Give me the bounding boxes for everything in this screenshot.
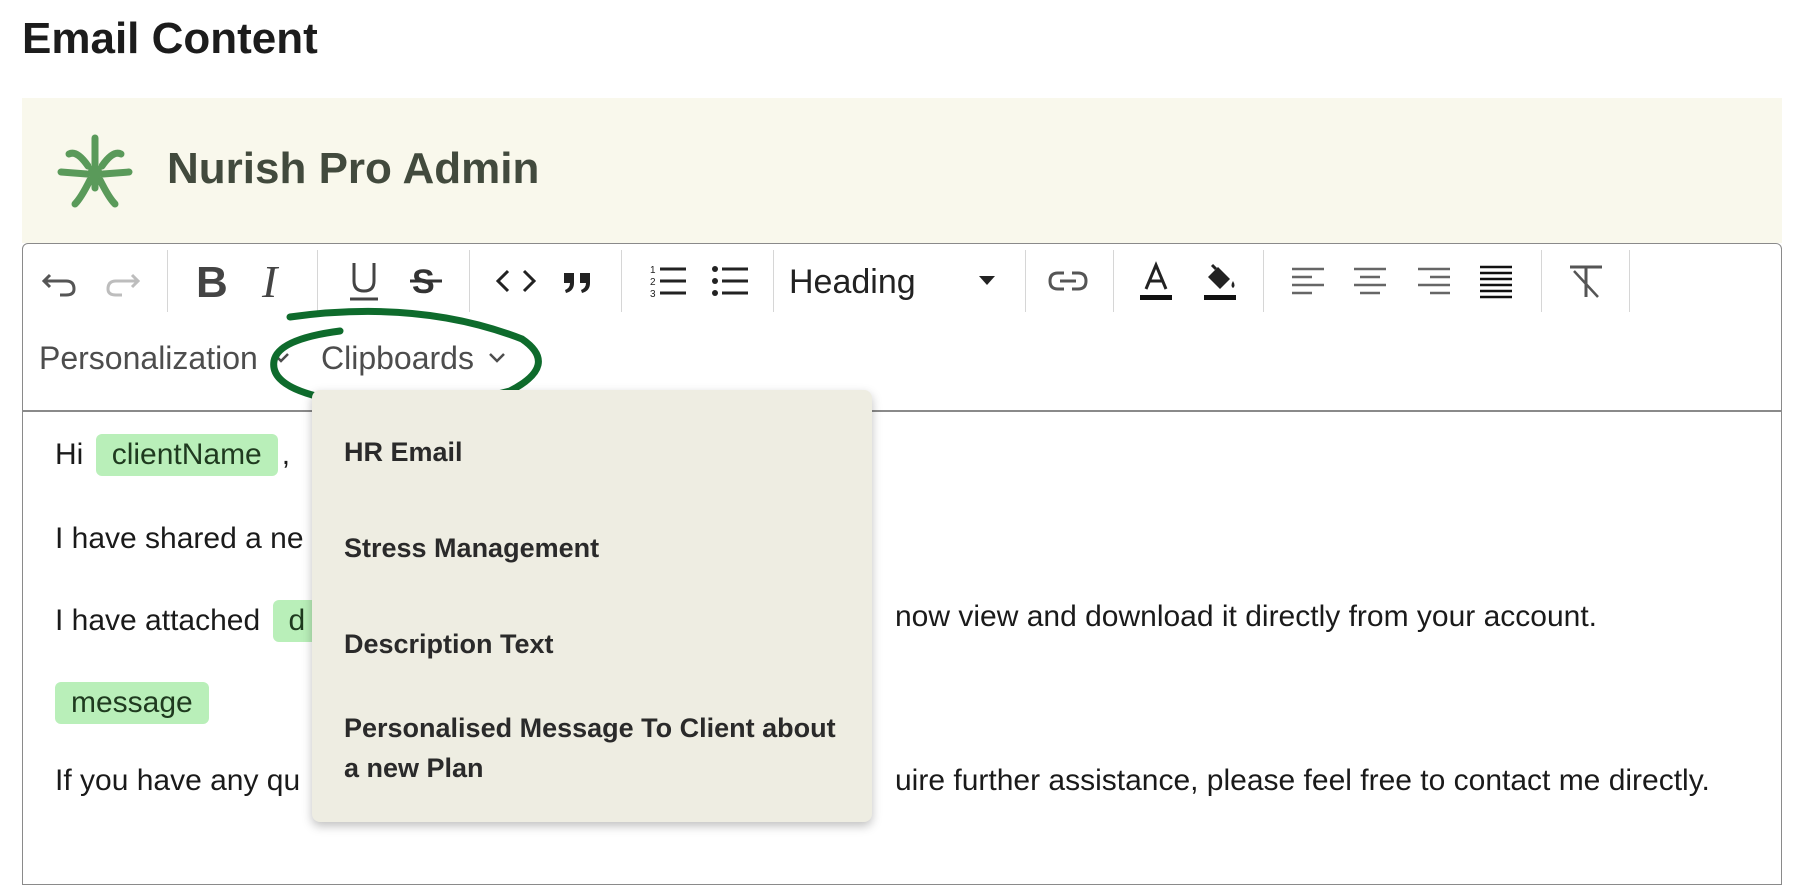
undo-icon <box>41 273 76 297</box>
italic-icon: I <box>261 259 280 303</box>
svg-text:3: 3 <box>650 289 656 300</box>
greeting-prefix: Hi <box>55 438 84 471</box>
text-color-icon <box>1140 261 1172 300</box>
clipboards-menu-button[interactable]: Clipboards <box>321 336 506 380</box>
bold-button[interactable]: B <box>187 256 237 306</box>
clipboard-item-personalised-message[interactable]: Personalised Message To Client about a n… <box>344 708 844 788</box>
body-line-3-suffix: now view and download it directly from y… <box>895 600 1598 633</box>
chevron-down-icon <box>272 353 289 363</box>
editor-toolbar: B I S 123 Heading <box>23 244 1781 320</box>
italic-button[interactable]: I <box>249 256 299 306</box>
code-icon <box>495 269 537 293</box>
body-line-5-tail: uire further assistance, please feel fre… <box>895 764 1710 798</box>
greeting-line: Hi clientName, <box>55 434 290 476</box>
clipboard-item-stress-management[interactable]: Stress Management <box>344 528 844 568</box>
body-line-5-prefix: If you have any qu <box>55 764 301 797</box>
clipboard-item-hr-email[interactable]: HR Email <box>344 432 844 472</box>
svg-text:I: I <box>261 259 280 303</box>
bullet-list-icon <box>712 266 748 296</box>
body-line-3: I have attached d <box>55 600 325 642</box>
strikethrough-button[interactable]: S <box>401 256 451 306</box>
clipboards-dropdown: HR Email Stress Management Description T… <box>312 390 872 822</box>
ordered-list-icon: 123 <box>650 265 686 300</box>
redo-icon <box>106 273 141 297</box>
underline-button[interactable] <box>339 256 389 306</box>
greeting-suffix: , <box>281 438 291 471</box>
align-center-icon <box>1354 267 1386 295</box>
bold-icon: B <box>196 259 228 303</box>
body-line-3-prefix: I have attached <box>55 604 261 637</box>
align-left-button[interactable] <box>1283 256 1333 306</box>
link-button[interactable] <box>1043 256 1093 306</box>
body-line-5-suffix: uire further assistance, please feel fre… <box>895 764 1710 797</box>
body-line-2: I have shared a ne <box>55 522 304 556</box>
highlight-icon <box>1204 263 1236 300</box>
align-left-icon <box>1292 267 1324 295</box>
client-name-chip[interactable]: clientName <box>95 434 278 476</box>
editor-toolbar-row-2: Personalization Clipboards <box>23 324 1781 404</box>
bullet-list-button[interactable] <box>705 256 755 306</box>
code-button[interactable] <box>491 256 541 306</box>
clear-format-button[interactable] <box>1561 256 1611 306</box>
ordered-list-button[interactable]: 123 <box>643 256 693 306</box>
body-line-3-tail: now view and download it directly from y… <box>895 600 1597 634</box>
undo-button[interactable] <box>35 256 85 306</box>
svg-text:B: B <box>196 259 228 303</box>
message-chip[interactable]: message <box>55 682 209 724</box>
align-right-icon <box>1418 267 1450 295</box>
highlight-color-button[interactable] <box>1195 256 1245 306</box>
svg-text:2: 2 <box>650 277 656 288</box>
blockquote-button[interactable] <box>553 256 603 306</box>
toolbar-divider <box>23 410 1781 412</box>
page-title: Email Content <box>22 14 318 63</box>
strikethrough-icon: S <box>410 263 442 301</box>
align-justify-icon <box>1480 265 1512 299</box>
body-line-5: If you have any qu <box>55 764 300 798</box>
redo-button[interactable] <box>97 256 147 306</box>
quote-icon <box>564 273 590 293</box>
chevron-down-icon <box>489 353 505 363</box>
text-color-button[interactable] <box>1131 256 1181 306</box>
clear-format-icon <box>1570 265 1602 298</box>
rich-text-editor: B I S 123 Heading Personalization Clipbo… <box>22 243 1782 885</box>
svg-text:1: 1 <box>650 265 656 276</box>
brand-logo-icon <box>57 134 133 208</box>
message-line: message <box>55 682 213 724</box>
heading-select[interactable]: Heading <box>789 258 1007 306</box>
clipboard-item-description-text[interactable]: Description Text <box>344 624 844 664</box>
body-line-2-text: I have shared a ne <box>55 522 304 555</box>
heading-select-label: Heading <box>789 262 916 301</box>
link-icon <box>1048 271 1088 291</box>
align-justify-button[interactable] <box>1471 256 1521 306</box>
brand-name: Nurish Pro Admin <box>167 144 540 193</box>
caret-down-icon <box>979 276 995 285</box>
align-right-button[interactable] <box>1409 256 1459 306</box>
brand-header: Nurish Pro Admin <box>22 98 1782 243</box>
personalization-menu-label: Personalization <box>39 339 258 376</box>
clipboards-menu-label: Clipboards <box>321 339 474 376</box>
personalization-menu-button[interactable]: Personalization <box>39 336 290 380</box>
underline-icon <box>350 263 378 301</box>
align-center-button[interactable] <box>1345 256 1395 306</box>
